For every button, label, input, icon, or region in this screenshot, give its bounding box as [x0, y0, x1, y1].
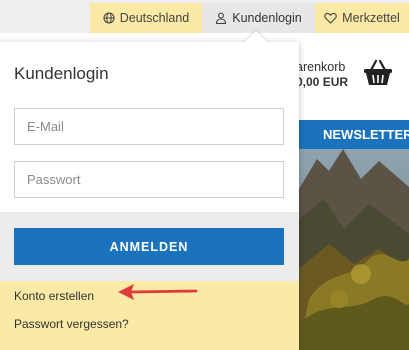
customer-login-toggle[interactable]: Kundenlogin	[202, 3, 315, 33]
heart-icon	[324, 12, 337, 24]
language-selector[interactable]: Deutschland	[90, 3, 202, 33]
forgot-password-link[interactable]: Passwort vergessen?	[14, 317, 129, 331]
login-label: Kundenlogin	[232, 11, 302, 25]
user-icon	[216, 12, 227, 24]
cart-label: arenkorb	[296, 60, 346, 74]
language-label: Deutschland	[119, 11, 190, 25]
login-button[interactable]: ANMELDEN	[14, 228, 284, 265]
wishlist-label: Merkzettel	[342, 11, 400, 25]
password-field[interactable]	[14, 161, 284, 198]
landscape-image	[299, 149, 409, 350]
globe-icon	[103, 12, 115, 24]
wishlist-link[interactable]: Merkzettel	[315, 3, 409, 33]
login-title: Kundenlogin	[14, 64, 109, 83]
annotation-arrow-icon	[118, 284, 198, 300]
basket-icon[interactable]	[362, 58, 394, 88]
create-account-link[interactable]: Konto erstellen	[14, 289, 94, 303]
newsletter-button[interactable]: NEWSLETTER	[299, 120, 409, 149]
cart-summary[interactable]: arenkorb 0,00 EUR	[296, 60, 348, 90]
email-field[interactable]	[14, 108, 284, 145]
cart-total: 0,00 EUR	[296, 75, 349, 89]
